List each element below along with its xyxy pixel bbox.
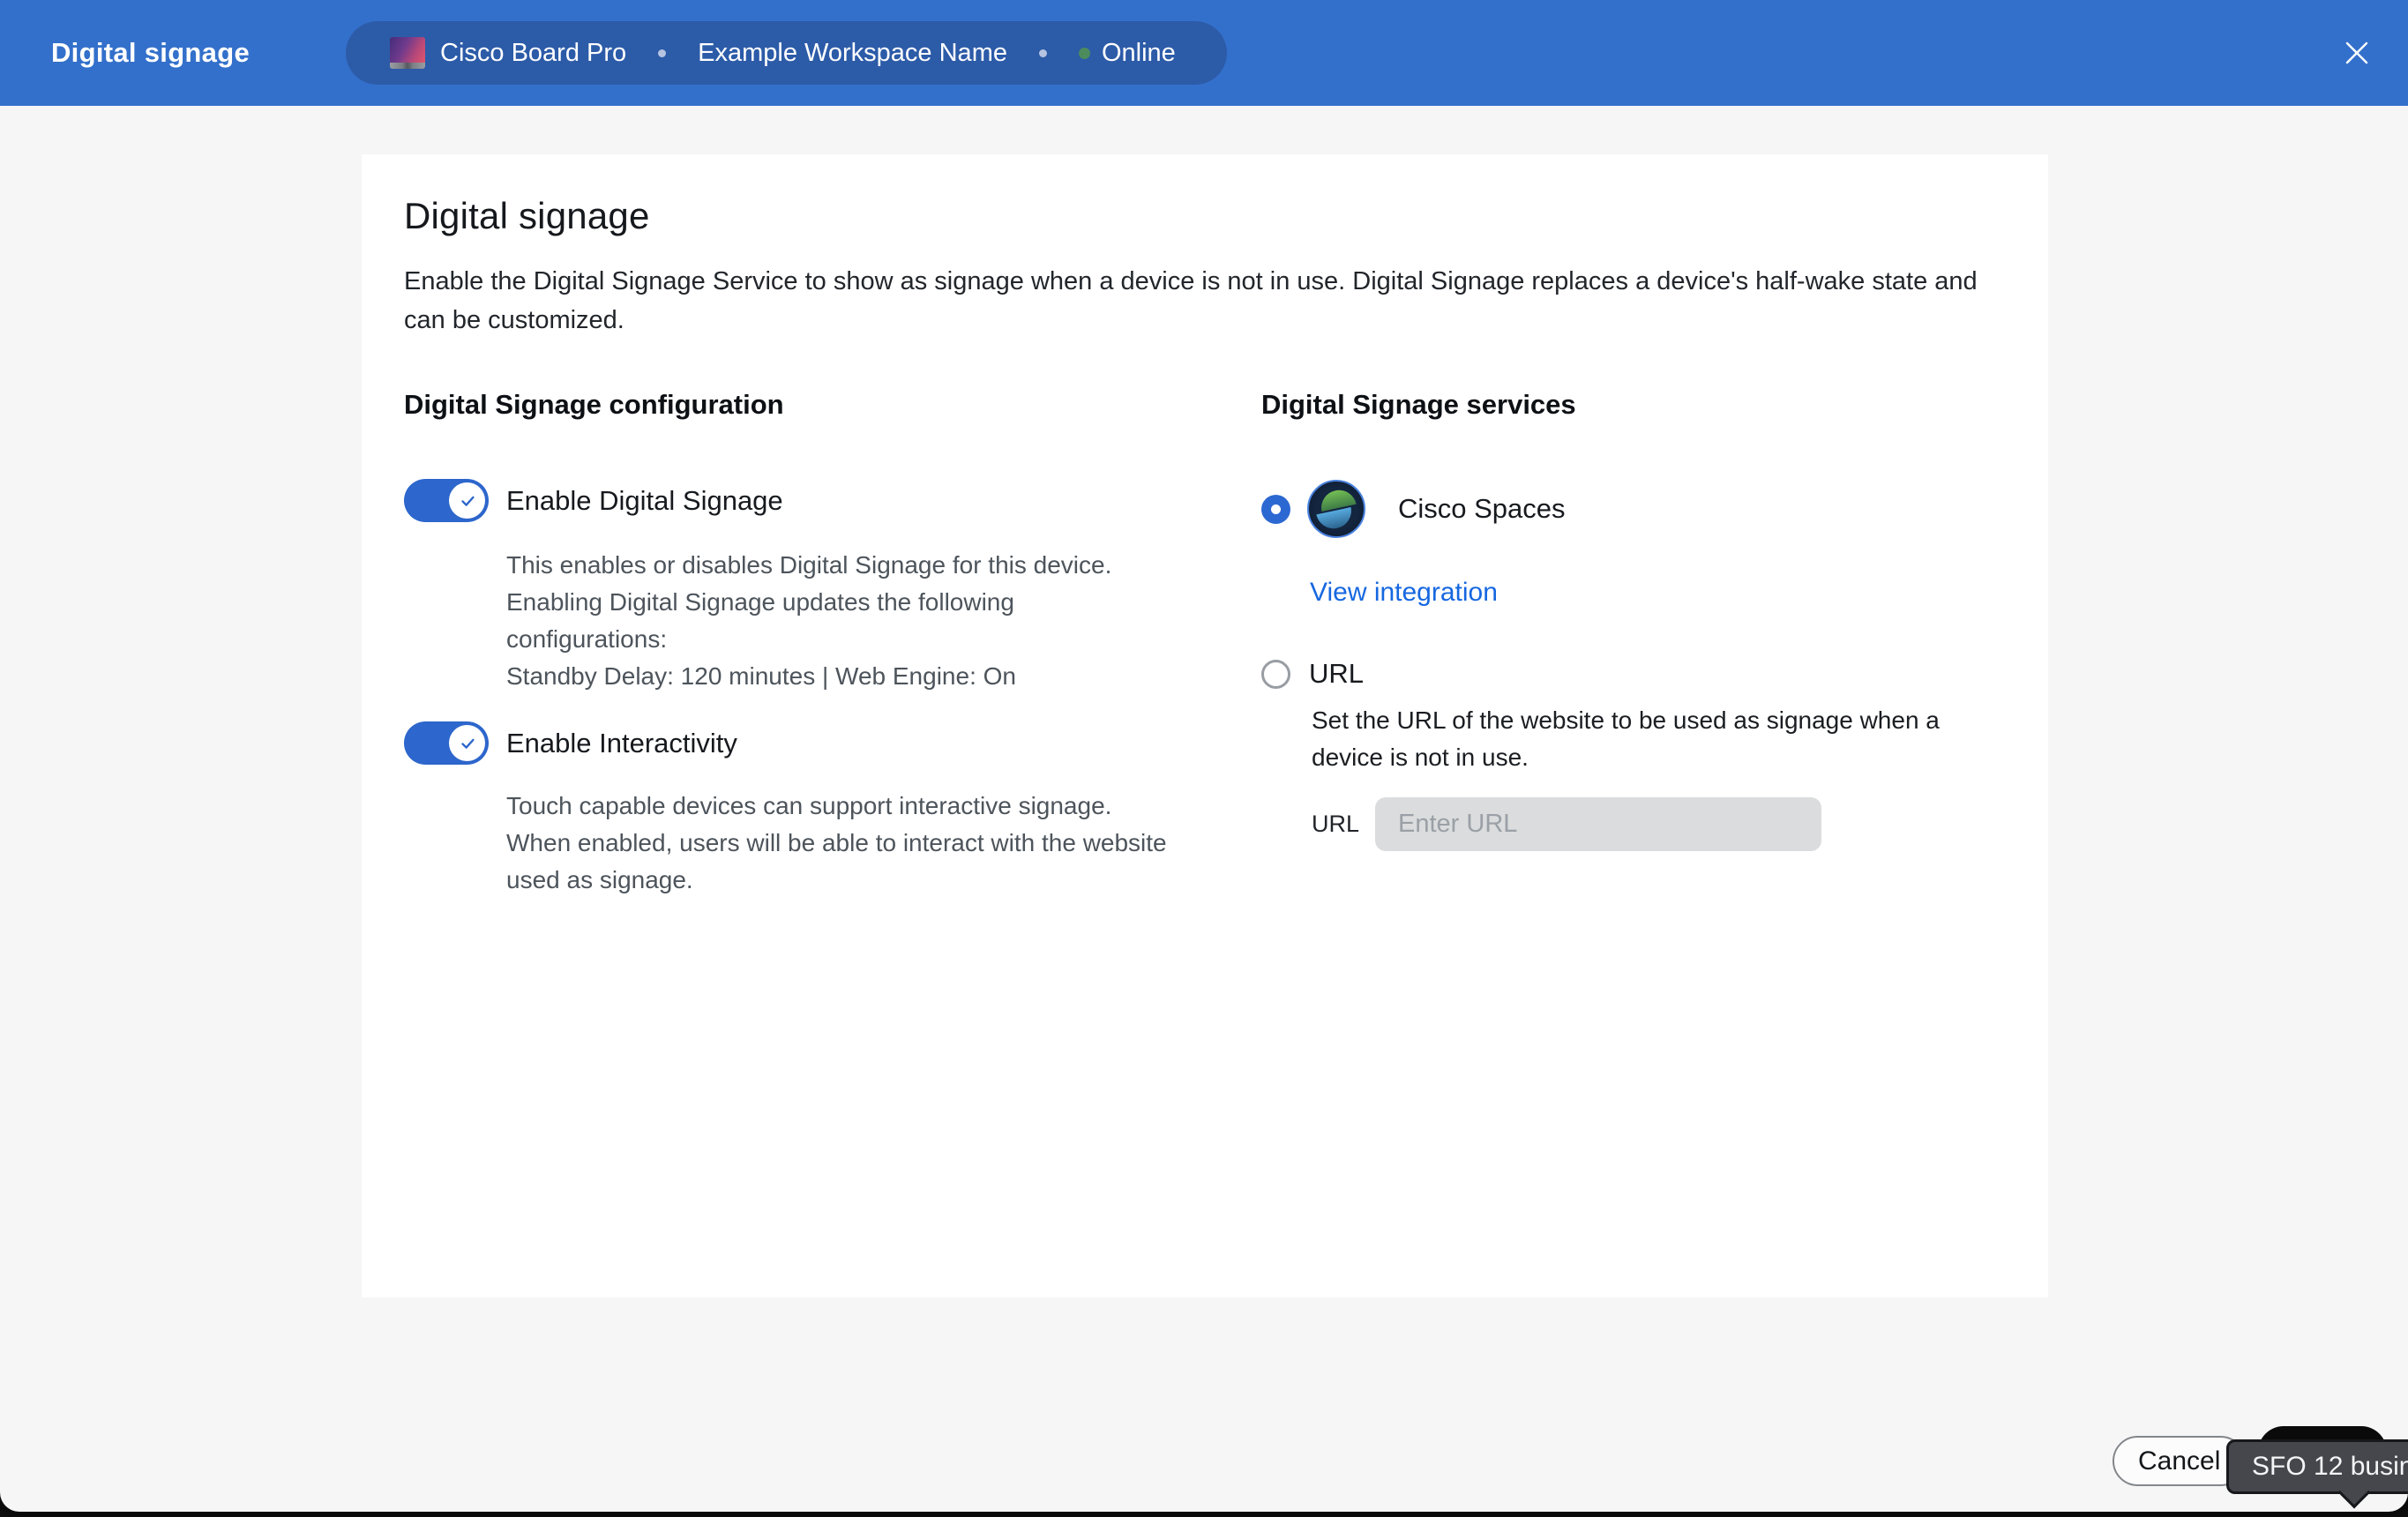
enable-interactivity-description: Touch capable devices can support intera…	[506, 788, 1170, 899]
url-input[interactable]	[1375, 797, 1821, 851]
toggle-thumb	[449, 725, 485, 761]
enable-interactivity-row: Enable Interactivity	[404, 721, 1163, 765]
cisco-spaces-option-row: Cisco Spaces	[1261, 480, 2055, 538]
settings-columns: Digital Signage configuration Enable Dig…	[404, 389, 2006, 899]
workspace-name: Example Workspace Name	[698, 39, 1007, 68]
card-title: Digital signage	[404, 195, 2006, 237]
check-icon	[458, 734, 477, 753]
top-bar: Digital signage Cisco Board Pro Example …	[0, 0, 2408, 106]
enable-digital-signage-description: This enables or disables Digital Signage…	[506, 547, 1170, 695]
board-stand-graphic	[390, 63, 425, 69]
url-option-row: URL	[1261, 658, 2055, 690]
page-title: Digital signage	[51, 0, 250, 106]
config-summary-text: Standby Delay: 120 minutes | Web Engine:…	[506, 658, 1170, 695]
check-icon	[458, 491, 477, 511]
toggle-description-text: This enables or disables Digital Signage…	[506, 547, 1170, 658]
configuration-heading: Digital Signage configuration	[404, 389, 1163, 421]
url-field-row: URL	[1312, 797, 2055, 851]
url-option-description: Set the URL of the website to be used as…	[1312, 702, 2017, 776]
configuration-section: Digital Signage configuration Enable Dig…	[404, 389, 1163, 899]
services-heading: Digital Signage services	[1261, 389, 2055, 421]
enable-interactivity-toggle[interactable]	[404, 721, 489, 765]
enable-digital-signage-label: Enable Digital Signage	[506, 485, 783, 517]
enable-digital-signage-toggle[interactable]	[404, 479, 489, 522]
separator-dot-icon	[658, 49, 666, 57]
view-integration-link[interactable]: View integration	[1310, 578, 1498, 608]
toggle-thumb	[449, 482, 485, 519]
close-icon	[2344, 40, 2370, 66]
cisco-spaces-radio[interactable]	[1261, 495, 1290, 524]
online-status-dot-icon	[1079, 48, 1090, 59]
board-screen-graphic	[390, 37, 425, 63]
url-option-block: URL Set the URL of the website to be use…	[1261, 658, 2055, 851]
board-device-icon	[390, 37, 425, 69]
close-button[interactable]	[2343, 39, 2371, 67]
enable-interactivity-label: Enable Interactivity	[506, 728, 737, 759]
services-section: Digital Signage services Cisco Spaces Vi…	[1261, 389, 2055, 899]
url-field-label: URL	[1312, 811, 1359, 838]
url-option-label: URL	[1309, 658, 1364, 690]
separator-dot-icon	[1039, 49, 1047, 57]
card-description: Enable the Digital Signage Service to sh…	[404, 262, 1992, 340]
enable-digital-signage-row: Enable Digital Signage	[404, 479, 1163, 522]
cisco-spaces-label: Cisco Spaces	[1398, 493, 1566, 525]
url-radio[interactable]	[1261, 660, 1290, 689]
workspace-tooltip: SFO 12 busines	[2226, 1439, 2408, 1494]
digital-signage-modal: Digital signage Cisco Board Pro Example …	[0, 0, 2408, 1512]
cisco-spaces-logo-icon	[1307, 480, 1365, 538]
device-status: Online	[1102, 39, 1176, 68]
device-context-pill: Cisco Board Pro Example Workspace Name O…	[346, 21, 1227, 85]
settings-card: Digital signage Enable the Digital Signa…	[362, 154, 2048, 1297]
device-name: Cisco Board Pro	[440, 39, 626, 68]
